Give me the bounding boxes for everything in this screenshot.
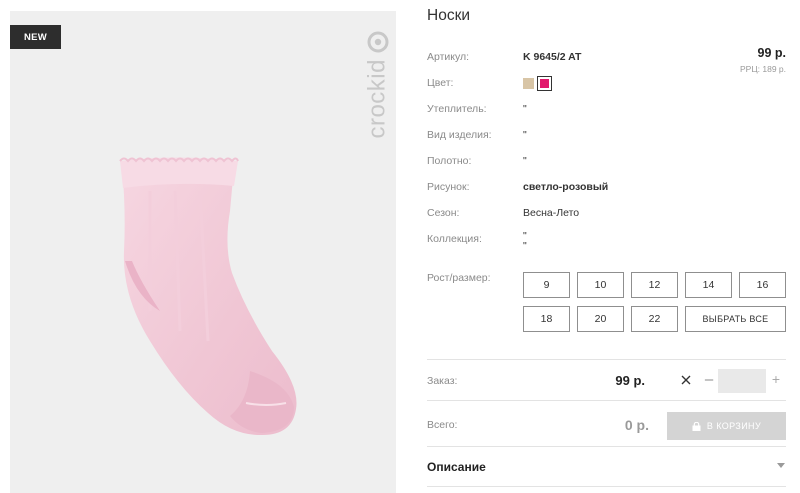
color-label: Цвет: — [427, 77, 454, 89]
size-button-22[interactable]: 22 — [631, 306, 678, 332]
collection-label: Коллекция: — [427, 233, 482, 245]
article-label: Артикул: — [427, 51, 470, 63]
product-image[interactable]: NEW crockid — [10, 11, 396, 493]
order-label: Заказ: — [427, 375, 458, 387]
divider — [427, 486, 786, 487]
divider — [427, 446, 786, 447]
product-price: 99 р. — [757, 46, 787, 60]
chevron-down-icon[interactable] — [777, 463, 785, 469]
collection-value-2: " — [523, 240, 527, 252]
divider — [427, 400, 786, 401]
season-value: Весна-Лето — [523, 207, 580, 219]
select-all-sizes-button[interactable]: ВЫБРАТЬ ВСЕ — [685, 306, 786, 332]
item-type-label: Вид изделия: — [427, 129, 492, 141]
size-label: Рост/размер: — [427, 272, 491, 284]
order-price: 99 р. — [615, 373, 645, 388]
fabric-value: " — [523, 155, 527, 167]
new-badge: NEW — [10, 25, 61, 49]
size-button-10[interactable]: 10 — [577, 272, 624, 298]
size-button-14[interactable]: 14 — [685, 272, 732, 298]
size-button-20[interactable]: 20 — [577, 306, 624, 332]
article-value: K 9645/2 AT — [523, 51, 582, 63]
fabric-label: Полотно: — [427, 155, 472, 167]
add-to-cart-label: В КОРЗИНУ — [706, 421, 762, 431]
quantity-decrease-button[interactable]: – — [703, 371, 715, 388]
color-swatch-beige[interactable] — [523, 78, 534, 89]
insulation-label: Утеплитель: — [427, 103, 487, 115]
description-toggle[interactable]: Описание — [427, 460, 486, 474]
product-title: Носки — [427, 7, 471, 24]
multiply-icon — [681, 375, 691, 385]
quantity-input[interactable] — [718, 369, 766, 393]
recommended-retail-price: РРЦ: 189 р. — [740, 64, 786, 74]
color-swatch-pink-selected[interactable] — [537, 76, 552, 91]
total-label: Всего: — [427, 419, 458, 431]
size-button-9[interactable]: 9 — [523, 272, 570, 298]
size-button-16[interactable]: 16 — [739, 272, 786, 298]
size-button-18[interactable]: 18 — [523, 306, 570, 332]
season-label: Сезон: — [427, 207, 460, 219]
lock-icon — [692, 421, 701, 431]
total-amount: 0 р. — [624, 417, 649, 433]
insulation-value: " — [523, 103, 527, 115]
item-type-value: " — [523, 129, 527, 141]
sock-photo — [119, 157, 297, 436]
pattern-label: Рисунок: — [427, 181, 470, 193]
add-to-cart-button[interactable]: В КОРЗИНУ — [667, 412, 786, 440]
crockid-logo: crockid — [365, 31, 390, 139]
quantity-increase-button[interactable]: + — [770, 371, 782, 387]
size-button-12[interactable]: 12 — [631, 272, 678, 298]
divider — [427, 359, 786, 360]
pattern-value: светло-розовый — [523, 181, 609, 193]
crockid-logo-text: crockid — [365, 59, 390, 139]
